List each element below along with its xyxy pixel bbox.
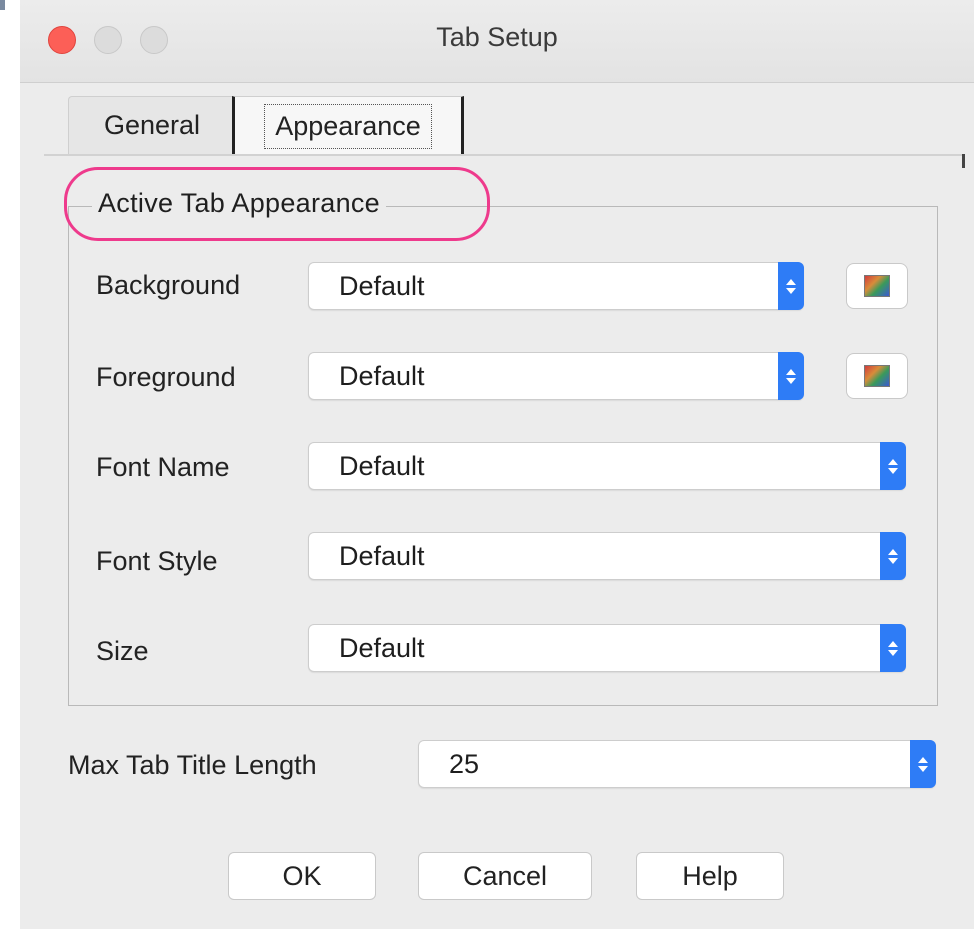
background-value: Default xyxy=(339,271,425,301)
cancel-button[interactable]: Cancel xyxy=(418,852,592,900)
up-down-arrows-icon xyxy=(880,624,906,672)
foreground-color-button[interactable] xyxy=(846,353,908,399)
up-down-arrows-icon xyxy=(910,740,936,788)
font-style-label: Font Style xyxy=(96,546,218,576)
up-down-arrows-icon xyxy=(880,442,906,490)
font-name-value: Default xyxy=(339,451,425,481)
annotation-highlight-circle xyxy=(64,167,490,241)
tab-general-label: General xyxy=(103,110,201,140)
tab-setup-dialog: Tab Setup General Appearance Active Tab … xyxy=(20,0,974,929)
help-button[interactable]: Help xyxy=(636,852,784,900)
tab-appearance-label: Appearance xyxy=(264,104,432,149)
ok-button[interactable]: OK xyxy=(228,852,376,900)
color-chooser-icon xyxy=(864,275,890,297)
foreground-value: Default xyxy=(339,361,425,391)
foreground-select[interactable]: Default xyxy=(308,352,804,400)
size-label: Size xyxy=(96,636,149,666)
up-down-arrows-icon xyxy=(778,262,804,310)
size-select[interactable]: Default xyxy=(308,624,906,672)
max-tab-title-length-value: 25 xyxy=(449,749,480,779)
font-name-label: Font Name xyxy=(96,452,230,482)
tab-appearance[interactable]: Appearance xyxy=(232,96,464,156)
tab-general[interactable]: General xyxy=(68,96,236,154)
title-bar: Tab Setup xyxy=(20,0,974,83)
window-title: Tab Setup xyxy=(436,22,558,52)
max-tab-title-length-select[interactable]: 25 xyxy=(418,740,936,788)
tab-pane-edge xyxy=(962,154,965,168)
foreground-label: Foreground xyxy=(96,362,236,392)
background-label: Background xyxy=(96,270,241,300)
background-select[interactable]: Default xyxy=(308,262,804,310)
font-style-value: Default xyxy=(339,541,425,571)
up-down-arrows-icon xyxy=(880,532,906,580)
color-chooser-icon xyxy=(864,365,890,387)
up-down-arrows-icon xyxy=(778,352,804,400)
window-edge-marker xyxy=(0,0,5,10)
size-value: Default xyxy=(339,633,425,663)
font-name-select[interactable]: Default xyxy=(308,442,906,490)
max-tab-title-length-label: Max Tab Title Length xyxy=(68,750,317,780)
tab-strip-divider xyxy=(44,154,964,156)
font-style-select[interactable]: Default xyxy=(308,532,906,580)
background-color-button[interactable] xyxy=(846,263,908,309)
